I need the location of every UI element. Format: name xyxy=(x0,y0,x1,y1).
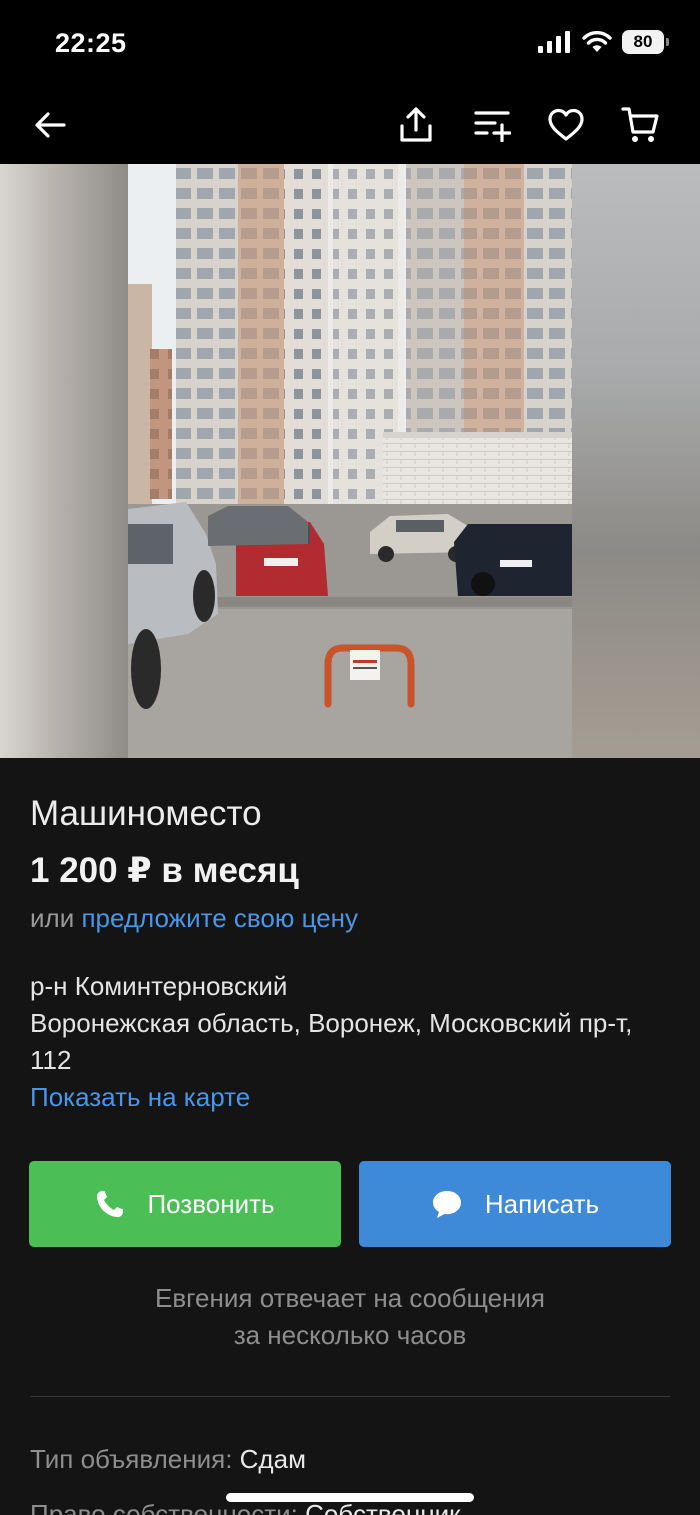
signal-icon xyxy=(538,31,570,53)
param-value: Сдам xyxy=(239,1444,306,1474)
parking-space-photo xyxy=(128,164,572,758)
cart-icon xyxy=(621,107,659,142)
offer-price-link[interactable]: предложите свою цену xyxy=(81,903,358,933)
call-button-label: Позвонить xyxy=(147,1188,275,1219)
phone-icon xyxy=(97,1191,124,1217)
param-key: Тип объявления: xyxy=(30,1444,233,1474)
home-indicator[interactable] xyxy=(226,1493,474,1502)
write-message-button[interactable]: Написать xyxy=(359,1161,671,1247)
share-icon xyxy=(400,107,432,142)
wifi-icon xyxy=(582,31,612,52)
battery-indicator: 80 xyxy=(622,30,669,54)
favorite-button[interactable] xyxy=(543,102,589,148)
photo-blur-backdrop-right xyxy=(572,164,700,758)
district-text: р-н Коминтерновский xyxy=(30,971,288,1001)
call-button[interactable]: Позвонить xyxy=(29,1161,341,1247)
listing-title: Машиноместо xyxy=(30,794,262,833)
offer-price-row: или предложите свою цену xyxy=(30,903,358,934)
status-icons: 80 xyxy=(538,30,669,54)
chat-bubble-icon xyxy=(432,1191,461,1218)
top-nav-bar xyxy=(0,88,700,164)
listing-photo[interactable] xyxy=(128,164,572,758)
param-row-listing-type: Тип объявления: Сдам xyxy=(30,1444,306,1475)
section-divider xyxy=(30,1396,670,1397)
status-bar: 22:25 80 xyxy=(0,0,700,88)
seller-note-line-1: Евгения отвечает на сообщения xyxy=(154,1283,546,1313)
offer-prefix: или xyxy=(30,903,75,933)
share-button[interactable] xyxy=(393,102,439,148)
back-button[interactable] xyxy=(27,102,73,148)
cart-button[interactable] xyxy=(618,102,664,148)
listing-price: 1 200 ₽ в месяц xyxy=(30,851,299,890)
seller-note-line-2: за несколько часов xyxy=(233,1320,467,1350)
seller-response-note: Евгения отвечает на сообщения за несколь… xyxy=(30,1280,670,1354)
listing-address: р-н Коминтерновский Воронежская область,… xyxy=(30,968,670,1079)
status-time: 22:25 xyxy=(55,28,127,58)
arrow-left-icon xyxy=(35,112,66,138)
photo-gallery[interactable] xyxy=(0,164,700,758)
photo-blur-backdrop-left xyxy=(0,164,128,758)
compare-list-icon xyxy=(474,111,511,142)
write-button-label: Написать xyxy=(484,1188,600,1219)
show-on-map-link[interactable]: Показать на карте xyxy=(30,1082,250,1113)
address-text: Воронежская область, Воронеж, Московский… xyxy=(30,1008,633,1075)
heart-icon xyxy=(548,108,584,141)
compare-button[interactable] xyxy=(469,102,515,148)
